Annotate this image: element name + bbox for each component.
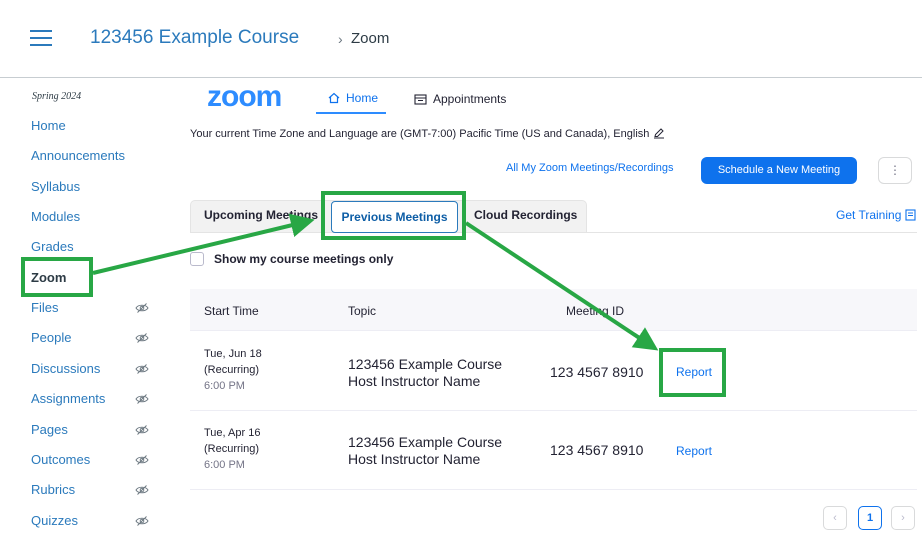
hidden-eye-icon: [135, 360, 153, 376]
sidebar-item-label: Rubrics: [31, 482, 76, 498]
more-options-button[interactable]: ⋮: [878, 157, 912, 184]
hamburger-menu-icon[interactable]: [30, 29, 52, 47]
table-row-topic: 123456 Example Course Host Instructor Na…: [348, 434, 502, 468]
hidden-eye-icon: [135, 451, 153, 467]
meeting-id: 123 4567 8910: [550, 442, 644, 458]
sidebar-item-label: Zoom: [31, 269, 67, 285]
tab-previous-meetings[interactable]: Previous Meetings: [331, 201, 458, 233]
term-label: Spring 2024: [32, 91, 82, 102]
sidebar-item-assignments[interactable]: Assignments: [31, 388, 161, 410]
sidebar-item-pages[interactable]: Pages: [31, 419, 161, 441]
book-icon: [905, 209, 916, 221]
meeting-id: 123 4567 8910: [550, 364, 644, 380]
breadcrumb-separator: ›: [338, 31, 343, 47]
column-header-topic: Topic: [348, 304, 377, 318]
tabs-divider: [190, 232, 917, 233]
meeting-host: Host Instructor Name: [348, 373, 481, 389]
sidebar-item-label: Discussions: [31, 360, 101, 376]
report-link[interactable]: Report: [676, 444, 712, 458]
timezone-text: Your current Time Zone and Language are …: [190, 128, 650, 140]
meeting-date: Tue, Apr 16: [204, 427, 261, 439]
hidden-eye-icon: [135, 481, 153, 497]
breadcrumb-current: Zoom: [351, 30, 390, 47]
meeting-topic: 123456 Example Course: [348, 356, 503, 372]
tab-cloud-recordings[interactable]: Cloud Recordings: [474, 208, 577, 222]
hidden-eye-icon: [135, 421, 153, 437]
sidebar-item-quizzes[interactable]: Quizzes: [31, 510, 161, 532]
meeting-recurring: (Recurring): [204, 443, 260, 455]
tab-appointments-label: Appointments: [433, 92, 507, 106]
meeting-host: Host Instructor Name: [348, 451, 481, 467]
tab-upcoming-meetings[interactable]: Upcoming Meetings: [204, 208, 318, 222]
sidebar-item-syllabus[interactable]: Syllabus: [31, 176, 161, 198]
column-header-start-time: Start Time: [204, 304, 259, 318]
course-meetings-filter: Show my course meetings only: [190, 252, 393, 266]
sidebar-item-label: Pages: [31, 421, 68, 437]
tab-appointments[interactable]: Appointments: [414, 84, 506, 114]
meetings-table-header: [190, 289, 917, 331]
calendar-icon: [414, 94, 427, 105]
hidden-eye-icon: [135, 299, 153, 315]
schedule-meeting-button[interactable]: Schedule a New Meeting: [701, 157, 857, 184]
sidebar-item-discussions[interactable]: Discussions: [31, 358, 161, 380]
timezone-info: Your current Time Zone and Language are …: [190, 127, 665, 140]
sidebar-item-modules[interactable]: Modules: [31, 206, 161, 228]
sidebar-item-zoom[interactable]: Zoom: [31, 267, 161, 289]
house-icon: [328, 92, 340, 104]
table-row-date: Tue, Jun 18 (Recurring) 6:00 PM: [204, 346, 262, 394]
sidebar-item-rubrics[interactable]: Rubrics: [31, 479, 161, 501]
pagination-page-1[interactable]: 1: [858, 506, 882, 530]
meeting-time: 6:00 PM: [204, 380, 245, 392]
sidebar-item-label: Modules: [31, 209, 81, 225]
sidebar-item-announcements[interactable]: Announcements: [31, 145, 161, 167]
sidebar-item-outcomes[interactable]: Outcomes: [31, 449, 161, 471]
pagination-next-button[interactable]: ›: [891, 506, 915, 530]
meeting-topic: 123456 Example Course: [348, 434, 503, 450]
hidden-eye-icon: [135, 512, 153, 528]
sidebar-item-label: Announcements: [31, 148, 125, 164]
pagination-prev-button[interactable]: ‹: [823, 506, 847, 530]
sidebar-item-label: Outcomes: [31, 451, 91, 467]
meeting-time: 6:00 PM: [204, 459, 245, 471]
table-row-topic: 123456 Example Course Host Instructor Na…: [348, 356, 502, 390]
pencil-icon[interactable]: [653, 127, 665, 139]
sidebar-item-people[interactable]: People: [31, 327, 161, 349]
row-divider: [190, 489, 917, 490]
tab-home-label: Home: [346, 91, 379, 105]
sidebar-item-label: Files: [31, 300, 59, 316]
column-header-meeting-id: Meeting ID: [566, 304, 625, 318]
hidden-eye-icon: [135, 329, 153, 345]
row-divider: [190, 410, 917, 411]
get-training-link[interactable]: Get Training: [836, 208, 916, 222]
sidebar-item-label: Quizzes: [31, 512, 78, 528]
all-meetings-link[interactable]: All My Zoom Meetings/Recordings: [506, 162, 674, 174]
course-meetings-checkbox-label: Show my course meetings only: [214, 252, 394, 266]
meeting-date: Tue, Jun 18: [204, 348, 262, 360]
course-title-link[interactable]: 123456 Example Course: [90, 27, 299, 49]
hidden-eye-icon: [135, 390, 153, 406]
meeting-recurring: (Recurring): [204, 364, 260, 376]
sidebar-item-label: People: [31, 330, 72, 346]
sidebar-item-files[interactable]: Files: [31, 297, 161, 319]
zoom-logo: zoom: [207, 80, 282, 113]
tab-home[interactable]: Home: [316, 84, 386, 114]
sidebar-item-label: Grades: [31, 239, 74, 255]
sidebar-item-label: Syllabus: [31, 178, 81, 194]
sidebar-item-label: Assignments: [31, 391, 106, 407]
report-link[interactable]: Report: [676, 365, 712, 379]
course-header: 123456 Example Course › Zoom: [0, 0, 922, 78]
sidebar-item-grades[interactable]: Grades: [31, 236, 161, 258]
sidebar-item-home[interactable]: Home: [31, 115, 161, 137]
sidebar-item-label: Home: [31, 118, 66, 133]
get-training-label: Get Training: [836, 208, 902, 222]
course-meetings-checkbox[interactable]: [190, 252, 204, 266]
table-row-date: Tue, Apr 16 (Recurring) 6:00 PM: [204, 425, 260, 473]
